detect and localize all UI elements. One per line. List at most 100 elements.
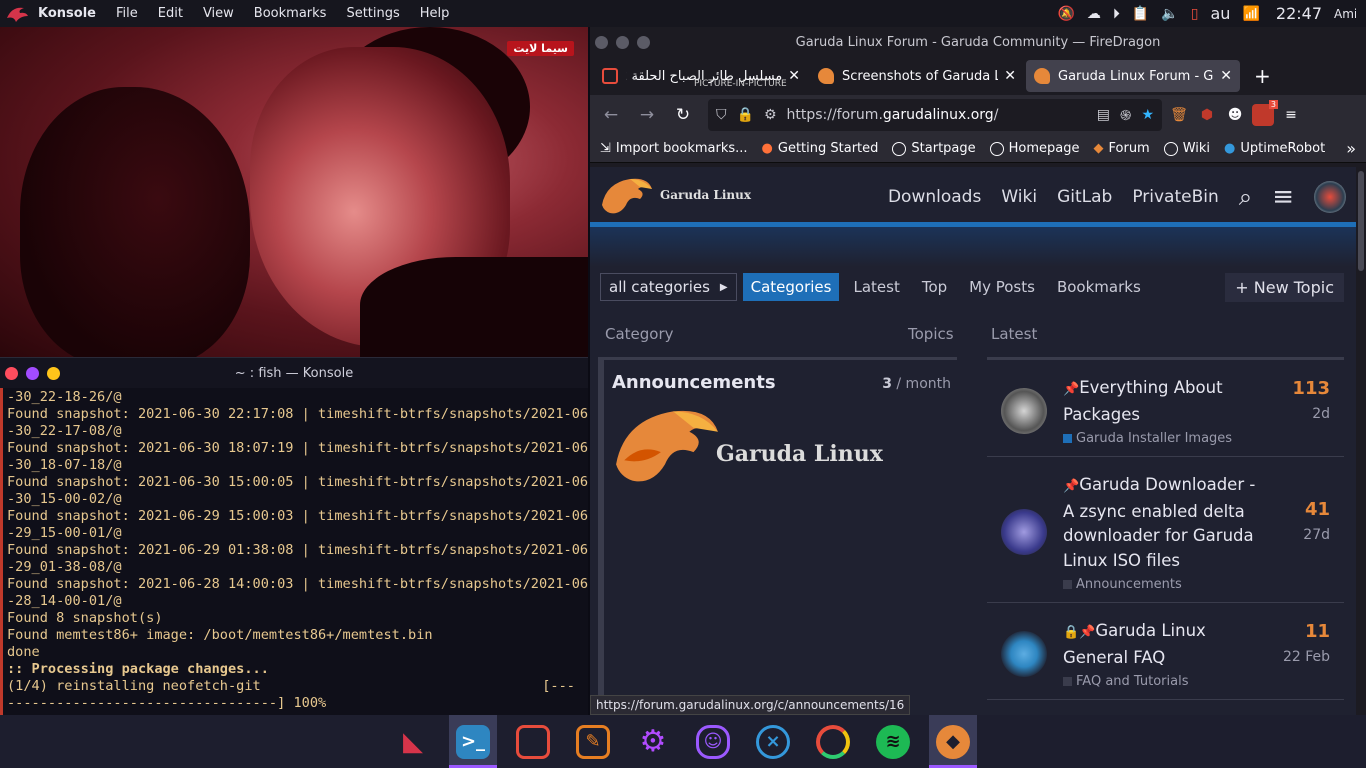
pill-categories[interactable]: Categories bbox=[742, 273, 840, 301]
bookmark-star-icon[interactable]: ★ bbox=[1141, 107, 1154, 123]
close-icon[interactable]: ✕ bbox=[1220, 68, 1232, 84]
topic-category[interactable]: FAQ and Tutorials bbox=[1063, 674, 1344, 689]
mask-icon[interactable]: ☻ bbox=[1224, 104, 1246, 126]
close-icon[interactable]: ✕ bbox=[1004, 68, 1016, 84]
topic-title[interactable]: 📌Garuda Downloader - A zsync enabled del… bbox=[1063, 473, 1263, 573]
shield-icon[interactable]: ⛉ bbox=[716, 107, 727, 123]
forward-button[interactable]: → bbox=[632, 100, 662, 130]
dock-garuda-welcome[interactable]: ◣ bbox=[389, 715, 437, 768]
user-avatar[interactable] bbox=[1314, 181, 1346, 213]
close-icon[interactable] bbox=[5, 366, 18, 380]
dock-chromium[interactable] bbox=[809, 715, 857, 768]
clipboard-icon[interactable]: 📋 bbox=[1132, 6, 1149, 22]
tab-video[interactable]: مسلسل طائر الصباح الحلقة 12 PICTURE-IN-P… bbox=[594, 60, 808, 92]
reload-button[interactable]: ↻ bbox=[668, 100, 698, 130]
garuda-eagle-icon bbox=[602, 178, 652, 213]
dock-vscode[interactable]: ⨯ bbox=[749, 715, 797, 768]
dock-settings[interactable]: ⚙ bbox=[629, 715, 677, 768]
extension-icon[interactable]: 3 bbox=[1252, 100, 1278, 126]
volume-icon[interactable]: 🔈 bbox=[1161, 6, 1178, 22]
menu-bookmarks[interactable]: Bookmarks bbox=[244, 0, 337, 27]
keyboard-layout[interactable]: au bbox=[1211, 4, 1231, 23]
topic-row[interactable]: 🔒📌Garuda Linux General FAQ FAQ and Tutor… bbox=[987, 603, 1344, 700]
nav-gitlab[interactable]: GitLab bbox=[1057, 187, 1112, 207]
bookmark-import[interactable]: ⇲ Import bookmarks... bbox=[600, 141, 748, 156]
dock-konsole[interactable]: >_ bbox=[449, 715, 497, 768]
topic-replies[interactable]: 41 bbox=[1305, 499, 1330, 520]
bookmark-homepage[interactable]: Homepage bbox=[989, 141, 1080, 156]
bookmark-uptimerobot[interactable]: ● UptimeRobot bbox=[1224, 141, 1325, 156]
pill-my-posts[interactable]: My Posts bbox=[961, 273, 1043, 301]
konsole-titlebar[interactable]: ~ : fish — Konsole bbox=[0, 358, 588, 388]
picture-in-picture-video[interactable]: سيما لايت bbox=[0, 27, 588, 357]
bookmark-forum[interactable]: ◆ Forum bbox=[1094, 141, 1150, 156]
page-scrollbar[interactable] bbox=[1356, 167, 1366, 715]
reader-mode-icon[interactable]: ▤ bbox=[1097, 107, 1110, 123]
topic-title[interactable]: 📌Everything About Packages bbox=[1063, 376, 1263, 427]
topic-category[interactable]: Announcements bbox=[1063, 577, 1344, 592]
ublock-icon[interactable]: ⬢ bbox=[1196, 104, 1218, 126]
pill-top[interactable]: Top bbox=[914, 273, 955, 301]
minimize-icon[interactable] bbox=[47, 366, 60, 380]
topic-row[interactable]: 📌Everything About Packages Garuda Instal… bbox=[987, 360, 1344, 457]
pill-bookmarks[interactable]: Bookmarks bbox=[1049, 273, 1149, 301]
topic-title[interactable]: 🔒📌Garuda Linux General FAQ bbox=[1063, 619, 1263, 670]
dock-file-manager[interactable] bbox=[509, 715, 557, 768]
menu-view[interactable]: View bbox=[193, 0, 244, 27]
bookmark-startpage[interactable]: Startpage bbox=[892, 141, 976, 156]
site-logo[interactable]: Garuda Linux bbox=[600, 175, 751, 215]
pill-latest[interactable]: Latest bbox=[845, 273, 907, 301]
topic-replies[interactable]: 11 bbox=[1305, 621, 1330, 642]
app-name[interactable]: Konsole bbox=[30, 0, 106, 27]
topic-age[interactable]: 2d bbox=[1312, 406, 1330, 422]
garuda-menu-icon[interactable] bbox=[4, 4, 30, 24]
wifi-icon[interactable]: 📶 bbox=[1242, 6, 1259, 22]
back-button[interactable]: ← bbox=[596, 100, 626, 130]
topic-age[interactable]: 27d bbox=[1303, 527, 1330, 543]
search-icon[interactable]: ⌕ bbox=[1239, 183, 1252, 211]
hamburger-menu-icon[interactable]: ≡ bbox=[1280, 104, 1302, 126]
category-card-announcements[interactable]: Announcements 3 / month Garuda Linux bbox=[598, 357, 957, 715]
menu-file[interactable]: File bbox=[106, 0, 148, 27]
tab-screenshots[interactable]: Screenshots of Garuda Linux ✕ bbox=[810, 60, 1024, 92]
maximize-icon[interactable] bbox=[26, 366, 39, 380]
topic-age[interactable]: 22 Feb bbox=[1283, 649, 1330, 665]
menu-help[interactable]: Help bbox=[410, 0, 460, 27]
menu-settings[interactable]: Settings bbox=[336, 0, 409, 27]
menu-edit[interactable]: Edit bbox=[148, 0, 193, 27]
weather-icon[interactable]: ☁ bbox=[1087, 6, 1101, 22]
dock-discord[interactable]: ☺ bbox=[689, 715, 737, 768]
new-topic-button[interactable]: + New Topic bbox=[1225, 272, 1344, 302]
nav-wiki[interactable]: Wiki bbox=[1001, 187, 1037, 207]
nav-downloads[interactable]: Downloads bbox=[888, 187, 981, 207]
tab-forum[interactable]: Garuda Linux Forum - Garuda ✕ bbox=[1026, 60, 1240, 92]
browser-titlebar[interactable]: Garuda Linux Forum - Garuda Community — … bbox=[590, 27, 1366, 57]
url-text[interactable]: https://forum.garudalinux.org/ bbox=[787, 107, 1087, 123]
bookmark-getting-started[interactable]: ● Getting Started bbox=[762, 141, 879, 156]
terminal-output[interactable]: -30_22-18-26/@ Found snapshot: 2021-06-30… bbox=[0, 388, 588, 716]
bookmarks-overflow-icon[interactable]: » bbox=[1346, 139, 1356, 158]
lock-icon[interactable]: 🔒 bbox=[737, 107, 754, 123]
dock-firedragon[interactable]: ◆ bbox=[929, 715, 977, 768]
close-icon[interactable]: ✕ bbox=[788, 68, 800, 84]
bookmark-wiki[interactable]: Wiki bbox=[1163, 141, 1210, 156]
fingerprint-icon[interactable]: ֍ bbox=[1120, 106, 1131, 125]
url-bar[interactable]: ⛉ 🔒 ⚙ https://forum.garudalinux.org/ ▤ ֍… bbox=[708, 99, 1162, 131]
category-dropdown[interactable]: all categories ▶ bbox=[600, 273, 737, 301]
topic-category[interactable]: Garuda Installer Images bbox=[1063, 431, 1344, 446]
battery-icon[interactable]: ▯ bbox=[1191, 6, 1199, 22]
dock-spotify[interactable]: ≋ bbox=[869, 715, 917, 768]
nav-privatebin[interactable]: PrivateBin bbox=[1132, 187, 1218, 207]
trash-icon[interactable]: 🗑 bbox=[1168, 104, 1190, 126]
topic-replies[interactable]: 113 bbox=[1292, 378, 1330, 399]
hamburger-menu-icon[interactable]: ≡ bbox=[1272, 182, 1294, 212]
media-play-icon[interactable]: ⏵ bbox=[1113, 6, 1120, 22]
clock[interactable]: 22:47 bbox=[1276, 4, 1322, 23]
dock-text-editor[interactable]: ✎ bbox=[569, 715, 617, 768]
scrollbar-thumb[interactable] bbox=[1358, 171, 1364, 271]
topic-row[interactable]: 📌Garuda Downloader - A zsync enabled del… bbox=[987, 457, 1344, 603]
new-tab-button[interactable]: + bbox=[1242, 64, 1283, 88]
permissions-icon[interactable]: ⚙ bbox=[764, 107, 777, 123]
notifications-muted-icon[interactable]: 🔕 bbox=[1057, 6, 1074, 22]
user-name[interactable]: Amit bbox=[1334, 7, 1356, 21]
